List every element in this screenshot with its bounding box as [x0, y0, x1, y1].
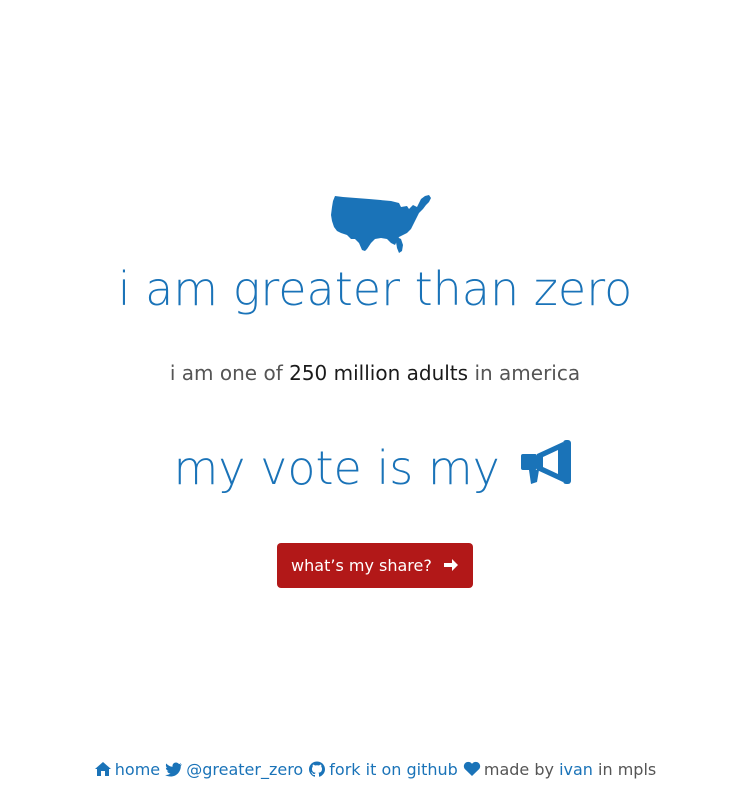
location-suffix: in mpls	[598, 760, 657, 779]
made-by-prefix: made by	[483, 760, 554, 779]
footer: home @greater_zero fork it on github mad…	[0, 757, 750, 783]
twitter-link[interactable]: @greater_zero	[165, 760, 308, 779]
github-link[interactable]: fork it on github	[308, 760, 463, 779]
author-link[interactable]: ivan	[559, 760, 593, 779]
hero-section: i am greater than zero i am one of 250 m…	[0, 0, 750, 740]
arrow-right-icon	[443, 559, 458, 571]
twitter-icon	[165, 762, 183, 777]
home-icon	[94, 762, 111, 776]
github-icon	[309, 761, 326, 777]
usa-map-icon	[331, 195, 431, 253]
subline-prefix: i am one of	[169, 361, 283, 385]
megaphone-icon	[520, 440, 571, 484]
home-link-label: home	[114, 760, 161, 779]
vote-line-text: my vote is my	[173, 441, 500, 495]
share-button[interactable]: what’s my share?	[277, 543, 473, 588]
heart-icon	[463, 761, 481, 776]
adult-count: 250 million adults	[289, 361, 469, 385]
subline-suffix: in america	[474, 361, 581, 385]
twitter-link-label: @greater_zero	[186, 760, 304, 779]
home-link[interactable]: home	[94, 760, 165, 779]
share-button-label: what’s my share?	[291, 556, 432, 575]
github-link-label: fork it on github	[329, 760, 458, 779]
headline: i am greater than zero	[117, 262, 633, 316]
subline: i am one of 250 million adults in americ…	[0, 358, 750, 388]
vote-line: my vote is my	[0, 433, 750, 503]
